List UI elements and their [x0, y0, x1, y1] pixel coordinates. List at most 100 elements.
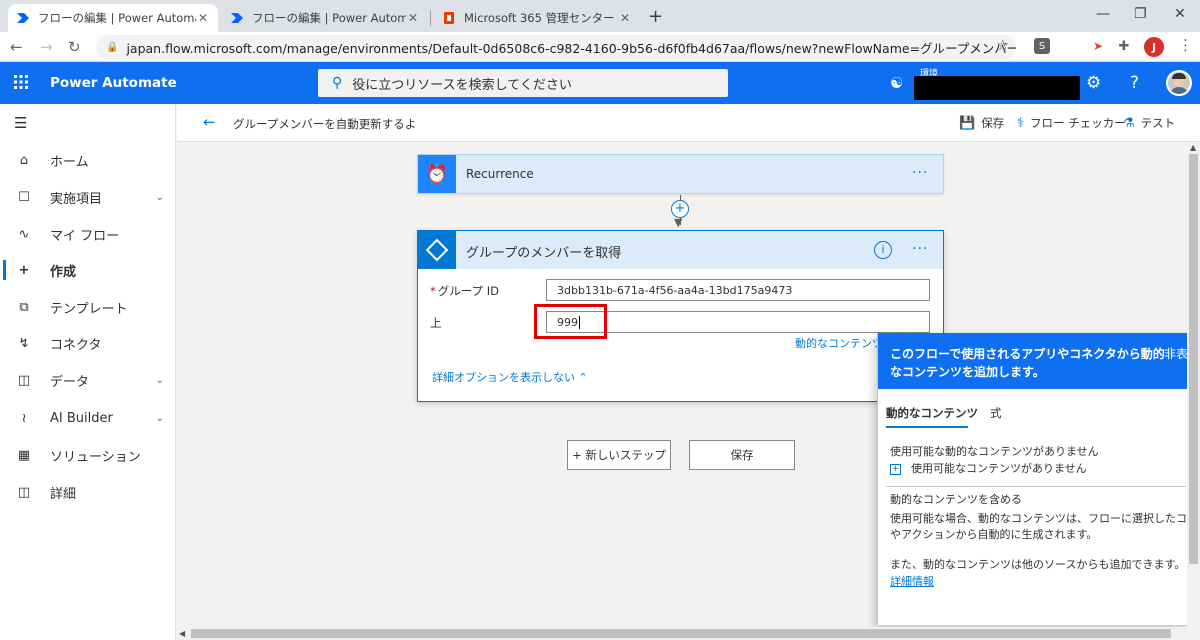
profile-avatar[interactable]: J: [1144, 37, 1164, 57]
sidebar-item-ai-builder[interactable]: ≀ AI Builder ⌄: [0, 400, 176, 436]
book-icon: ◫: [17, 484, 31, 500]
sidebar-item-label: コネクタ: [50, 337, 102, 353]
flow-name[interactable]: グループメンバーを自動更新するよ: [233, 116, 416, 132]
flyout-header: このフローで使用されるアプリやコネクタから動的なコンテンツを追加します。: [878, 333, 1188, 389]
sidebar-item-my-flows[interactable]: ∿ マイ フロー: [0, 216, 176, 252]
dynamic-content-link[interactable]: 動的なコンテンツ: [795, 335, 883, 351]
environment-name-redacted[interactable]: [914, 76, 1080, 100]
search-icon: ⚲: [332, 75, 343, 91]
browser-tab-1[interactable]: フローの編集 | Power Automate ✕: [8, 4, 218, 32]
hamburger-menu-icon[interactable]: ☰: [14, 114, 27, 132]
restore-icon[interactable]: ❐: [1134, 6, 1147, 22]
trigger-title: Recurrence: [466, 167, 534, 181]
more-options-icon[interactable]: ···: [912, 241, 928, 257]
browser-tab-bar: フローの編集 | Power Automate ✕ フローの編集 | Power…: [0, 0, 1200, 32]
sidebar-item-templates[interactable]: ⧉ テンプレート: [0, 289, 176, 325]
new-step-button[interactable]: + 新しいステップ: [567, 440, 671, 470]
close-window-icon[interactable]: ✕: [1174, 6, 1186, 22]
lock-icon: 🔒: [106, 41, 119, 53]
hide-advanced-options-link[interactable]: 詳細オプションを表示しない ⌃: [432, 369, 588, 385]
recurrence-trigger-card[interactable]: ⏰ Recurrence ···: [417, 154, 944, 194]
flow-icon: ∿: [18, 226, 30, 242]
dynamic-content-flyout: このフローで使用されるアプリやコネクタから動的なコンテンツを追加します。 非表 …: [877, 333, 1200, 625]
solutions-icon: ▦: [17, 447, 31, 463]
save-command-button[interactable]: 💾 保存: [959, 115, 1004, 131]
hide-flyout-link[interactable]: 非表: [1164, 345, 1188, 362]
group-id-value: 3dbb131b-671a-4f56-aa4a-13bd175a9473: [557, 283, 793, 297]
close-tab-icon[interactable]: ✕: [406, 11, 420, 25]
url-text: japan.flow.microsoft.com/manage/environm…: [126, 40, 1016, 56]
divider: [886, 486, 1186, 487]
plus-icon: +: [18, 262, 30, 278]
power-automate-favicon-icon: [230, 11, 244, 25]
back-arrow-icon[interactable]: ←: [10, 38, 23, 56]
sidebar-item-label: 実施項目: [50, 191, 103, 207]
extension-record-icon[interactable]: ➤: [1090, 38, 1106, 54]
sidebar-item-action-items[interactable]: ☐ 実施項目 ⌄: [0, 179, 176, 215]
sidebar-item-home[interactable]: ⌂ ホーム: [0, 142, 176, 178]
scroll-up-icon[interactable]: ▲: [1190, 143, 1196, 152]
highlight-annotation: [534, 304, 607, 339]
bookmark-star-icon[interactable]: ☆: [996, 36, 1009, 54]
horizontal-scroll-thumb[interactable]: [191, 629, 1171, 638]
back-arrow-icon[interactable]: ←: [203, 113, 216, 131]
scroll-left-icon[interactable]: ◀: [179, 629, 185, 638]
environment-icon[interactable]: ☯: [890, 74, 903, 92]
database-icon: ◫: [17, 372, 31, 388]
left-navigation: ☰ ⌂ ホーム ☐ 実施項目 ⌄ ∿ マイ フロー + 作成 ⧉ テンプレート …: [0, 104, 176, 640]
browser-tab-2[interactable]: フローの編集 | Power Automate ✕: [222, 4, 428, 32]
command-bar: ← グループメンバーを自動更新するよ 💾 保存 ⚕ フロー チェッカー ⚗ テス…: [177, 104, 1200, 142]
reload-icon[interactable]: ↻: [68, 38, 81, 56]
sidebar-item-solutions[interactable]: ▦ ソリューション: [0, 437, 176, 473]
horizontal-scrollbar[interactable]: ◀: [177, 627, 1200, 640]
sidebar-item-connectors[interactable]: ↯ コネクタ: [0, 325, 176, 361]
get-group-members-card[interactable]: グループのメンバーを取得 i ··· * グループ ID 3dbb131b-671…: [417, 230, 944, 402]
close-tab-icon[interactable]: ✕: [618, 11, 632, 25]
more-options-icon[interactable]: ···: [912, 165, 928, 181]
tab-dynamic-content[interactable]: 動的なコンテンツ: [886, 405, 978, 421]
sidebar-item-label: ソリューション: [50, 449, 141, 465]
save-disk-icon: 💾: [959, 115, 976, 131]
sidebar-item-data[interactable]: ◫ データ ⌄: [0, 362, 176, 398]
user-avatar[interactable]: [1166, 70, 1192, 96]
new-tab-button[interactable]: +: [648, 6, 663, 27]
group-id-input[interactable]: 3dbb131b-671a-4f56-aa4a-13bd175a9473: [546, 279, 930, 301]
tab-title: フローの編集 | Power Automate: [38, 11, 196, 25]
vertical-scroll-thumb[interactable]: [1189, 154, 1198, 564]
url-field[interactable]: 🔒 japan.flow.microsoft.com/manage/enviro…: [96, 35, 1016, 59]
app-launcher-icon[interactable]: [14, 74, 28, 93]
vertical-scrollbar[interactable]: ▲: [1187, 142, 1200, 640]
sidebar-item-label: 詳細: [50, 486, 77, 502]
tab-expression[interactable]: 式: [990, 405, 1002, 421]
learn-more-link[interactable]: 詳細情報: [890, 573, 934, 589]
forward-arrow-icon[interactable]: →: [40, 38, 53, 56]
sidebar-item-label: 作成: [50, 264, 77, 280]
resource-search-input[interactable]: ⚲ 役に立つリソースを検索してください: [318, 69, 728, 97]
active-tab-indicator: [886, 426, 968, 428]
info-icon[interactable]: i: [874, 241, 892, 259]
settings-gear-icon[interactable]: ⚙: [1086, 73, 1101, 93]
save-button[interactable]: 保存: [689, 440, 795, 470]
app-header: Power Automate ⚲ 役に立つリソースを検索してください ☯ 環境 …: [0, 62, 1200, 104]
flow-checker-button[interactable]: ⚕ フロー チェッカー: [1017, 115, 1126, 131]
chevron-down-icon[interactable]: ⌄: [156, 375, 164, 386]
include-dynamic-desc-2: やアクションから自動的に生成されます。: [890, 528, 1098, 541]
close-tab-icon[interactable]: ✕: [196, 11, 210, 25]
browser-menu-icon[interactable]: ⋮: [1178, 36, 1193, 54]
sidebar-item-learn[interactable]: ◫ 詳細: [0, 474, 176, 510]
browser-tab-3[interactable]: Microsoft 365 管理センター - ホーム ✕: [434, 4, 640, 32]
action-header[interactable]: グループのメンバーを取得 i ···: [418, 231, 943, 269]
no-dynamic-content-text: 使用可能な動的なコンテンツがありません: [890, 445, 1099, 458]
chevron-down-icon[interactable]: ⌄: [156, 413, 164, 424]
extension-s-icon[interactable]: S: [1034, 38, 1050, 54]
extensions-puzzle-icon[interactable]: ✚: [1116, 38, 1132, 54]
help-icon[interactable]: ?: [1130, 73, 1139, 93]
app-brand[interactable]: Power Automate: [50, 75, 177, 91]
alarm-clock-icon: ⏰: [418, 155, 456, 193]
chevron-down-icon[interactable]: ⌄: [156, 192, 164, 203]
minimize-icon[interactable]: —: [1096, 6, 1110, 22]
sidebar-item-create[interactable]: + 作成: [0, 252, 176, 288]
tab-title: フローの編集 | Power Automate: [252, 11, 406, 25]
tab-separator: [430, 10, 431, 26]
test-button[interactable]: ⚗ テスト: [1123, 115, 1175, 131]
